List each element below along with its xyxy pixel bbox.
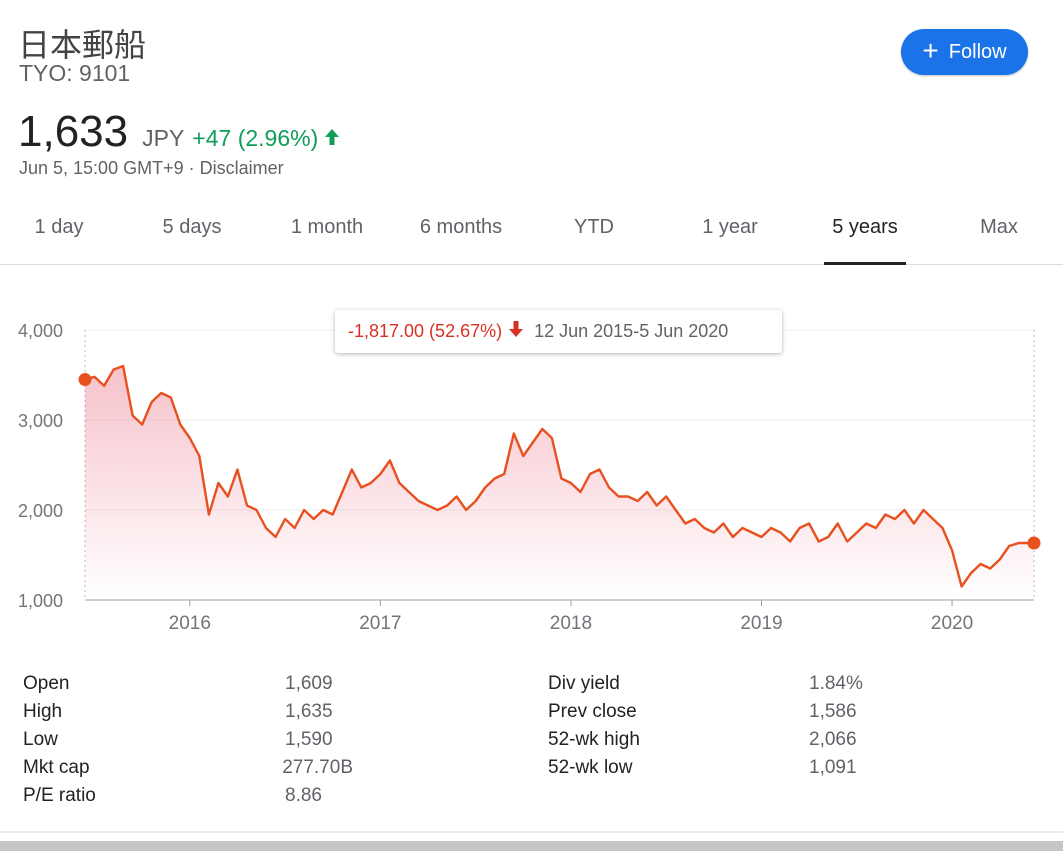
stat-label: 52-wk high	[548, 729, 640, 750]
x-tick-label: 2019	[740, 613, 782, 634]
tab-5-years[interactable]: 5 years	[824, 216, 906, 239]
quote-timestamp: Jun 5, 15:00 GMT+9 · Disclaimer	[19, 158, 284, 178]
plus-icon: +	[922, 34, 939, 66]
stat-value: 1,091	[809, 757, 857, 778]
ticker-symbol: TYO: 9101	[19, 60, 131, 86]
x-tick-label: 2018	[550, 613, 592, 634]
stats-right: Div yield 1.84% Prev close 1,586 52-wk hig…	[548, 670, 888, 782]
arrow-down-icon	[508, 320, 524, 343]
stat-label: Div yield	[548, 673, 620, 694]
current-price: 1,633	[18, 107, 129, 156]
period-change: -1,817.00 (52.67%)	[348, 321, 503, 341]
stat-value: 1,635	[285, 701, 333, 722]
stat-value: 277.70B	[282, 757, 353, 778]
y-tick-label: 4,000	[18, 321, 63, 341]
y-tick-label: 1,000	[18, 591, 63, 611]
y-tick-label: 3,000	[18, 411, 63, 431]
stat-label: Low	[23, 729, 58, 750]
stat-value: 1.84%	[809, 673, 863, 694]
currency-label: JPY	[142, 125, 185, 151]
stat-label: P/E ratio	[23, 785, 96, 806]
stat-label: Mkt cap	[23, 757, 90, 778]
price-area	[85, 366, 1034, 600]
price-change: +47 (2.96%)	[192, 125, 319, 151]
tab-ytd[interactable]: YTD	[560, 216, 628, 239]
start-point	[78, 373, 92, 386]
active-tab-indicator	[824, 262, 906, 265]
y-tick-label: 2,000	[18, 501, 63, 521]
x-tick-label: 2020	[931, 613, 973, 634]
price-row: 1,633 JPY +47 (2.96%)	[18, 107, 340, 157]
chart-tooltip: -1,817.00 (52.67%) 12 Jun 2015-5 Jun 202…	[335, 310, 782, 353]
follow-label: Follow	[948, 40, 1007, 63]
stat-value: 1,609	[285, 673, 333, 694]
divider	[0, 831, 1063, 833]
tab-max[interactable]: Max	[968, 216, 1030, 239]
tab-1-day[interactable]: 1 day	[18, 216, 100, 239]
stats-left: Open 1,609 High 1,635 Low 1,590 Mkt cap 277.…	[23, 670, 353, 810]
x-tick-label: 2016	[169, 613, 211, 634]
tab-6-months[interactable]: 6 months	[408, 216, 514, 239]
page-bottom-band	[0, 841, 1063, 851]
arrow-up-icon	[324, 128, 340, 151]
tab-1-year[interactable]: 1 year	[690, 216, 770, 239]
stat-value: 1,586	[809, 701, 857, 722]
range-tabs: 1 day 5 days 1 month 6 months YTD 1 year…	[0, 200, 1063, 265]
stat-value: 1,590	[285, 729, 333, 750]
tab-1-month[interactable]: 1 month	[280, 216, 374, 239]
stat-label: Open	[23, 673, 70, 694]
end-point	[1027, 536, 1041, 550]
stat-label: Prev close	[548, 701, 637, 722]
tab-5-days[interactable]: 5 days	[150, 216, 234, 239]
x-tick-label: 2017	[359, 613, 401, 634]
stat-value: 8.86	[285, 785, 322, 806]
stat-label: 52-wk low	[548, 757, 633, 778]
period-range: 12 Jun 2015-5 Jun 2020	[534, 321, 729, 341]
stat-label: High	[23, 701, 63, 722]
follow-button[interactable]: + Follow	[901, 29, 1028, 75]
stat-value: 2,066	[809, 729, 857, 750]
